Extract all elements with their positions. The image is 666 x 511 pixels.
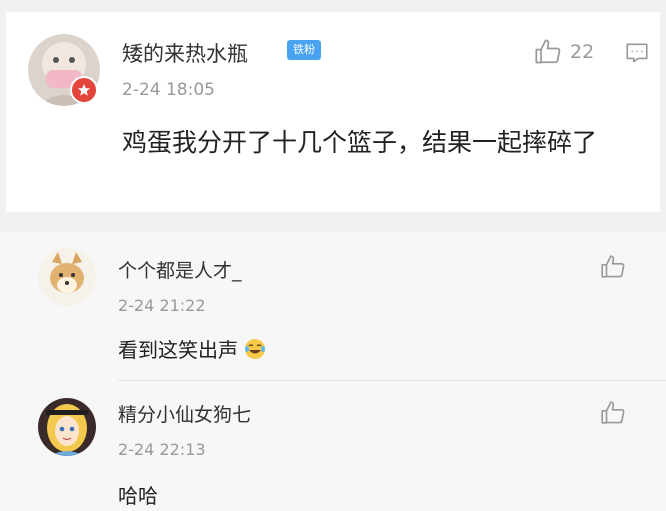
reply-user-name[interactable]: 精分小仙女狗七 [118,400,251,427]
replies-section: 个个都是人才_ 2-24 21:22 看到这笑出声 精分小仙女狗七 2-24 2… [0,232,666,511]
reply-user-avatar[interactable] [38,398,96,456]
reply-user-avatar[interactable] [38,248,96,306]
divider [118,380,666,381]
reply-like-button[interactable] [600,400,626,426]
reply-time: 2-24 22:13 [118,440,206,459]
reply-content: 哈哈 [118,484,158,508]
avatar-shiba-dog-icon [38,248,96,306]
reply-time: 2-24 21:22 [118,296,206,315]
laughing-tears-emoji-icon [245,339,266,359]
reply-user-name[interactable]: 个个都是人才_ [118,256,242,283]
avatar-alice-cartoon-icon [38,398,96,456]
reply-content: 看到这笑出声 [118,334,266,363]
main-comment-time: 2-24 18:05 [122,80,215,100]
main-comment-card: 矮的来热水瓶 铁粉 2-24 18:05 鸡蛋我分开了十几个篮子，结果一起摔碎了… [6,12,660,212]
thumbs-up-icon [535,39,561,64]
verified-badge-icon [70,76,98,104]
fan-badge: 铁粉 [287,40,321,60]
reply-item: 精分小仙女狗七 2-24 22:13 哈哈 [0,382,666,511]
main-comment-content: 鸡蛋我分开了十几个篮子，结果一起摔碎了 [122,128,598,157]
thumbs-up-icon [601,401,625,424]
thumbs-up-icon [601,255,625,278]
main-user-name[interactable]: 矮的来热水瓶 [122,38,248,68]
main-like-button[interactable]: 22 [534,38,594,66]
reply-text: 看到这笑出声 [118,338,238,362]
reply-button[interactable] [624,40,650,70]
main-like-count: 22 [570,41,595,63]
reply-like-button[interactable] [600,254,626,280]
reply-item: 个个都是人才_ 2-24 21:22 看到这笑出声 [0,232,666,382]
comment-icon [626,43,648,63]
